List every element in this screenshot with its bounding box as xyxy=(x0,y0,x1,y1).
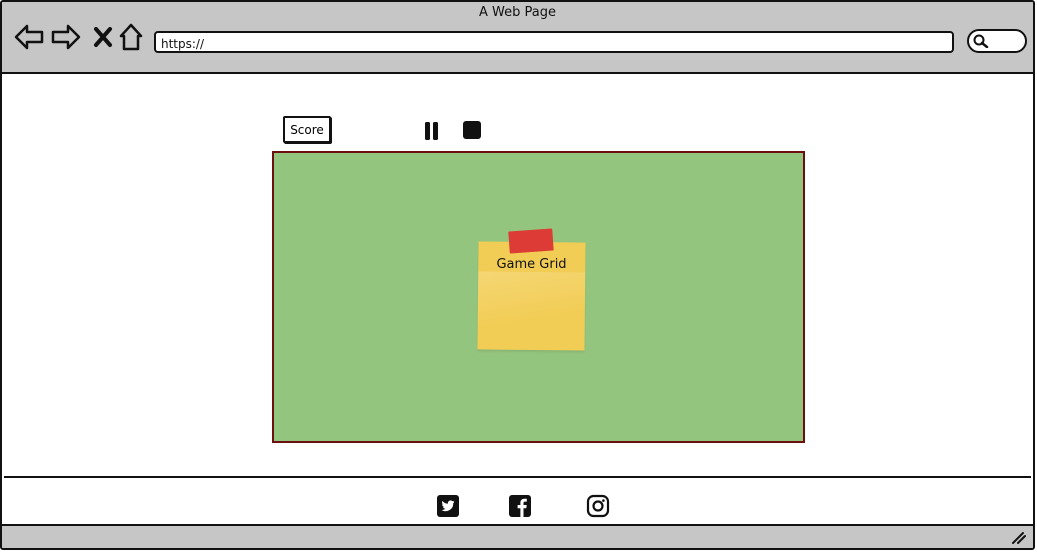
search-box[interactable] xyxy=(967,29,1027,53)
status-bar xyxy=(2,524,1033,548)
instagram-icon[interactable] xyxy=(586,494,610,518)
pause-icon[interactable] xyxy=(423,121,443,141)
sticky-tape xyxy=(508,228,554,254)
close-icon[interactable] xyxy=(88,22,118,52)
url-input[interactable] xyxy=(156,35,946,53)
score-label: Score xyxy=(283,116,331,143)
url-bar[interactable] xyxy=(154,31,954,53)
stop-icon[interactable] xyxy=(462,120,482,140)
browser-toolbar: A Web Page xyxy=(2,2,1033,74)
twitter-icon[interactable] xyxy=(436,494,460,518)
forward-arrow-icon[interactable] xyxy=(51,22,81,52)
footer-divider xyxy=(4,476,1031,478)
game-grid-label: Game Grid xyxy=(496,257,567,272)
window-title: A Web Page xyxy=(479,5,556,20)
browser-window: A Web Page https:// Score Game Grid xyxy=(0,0,1035,550)
back-arrow-icon[interactable] xyxy=(14,22,44,52)
home-icon[interactable] xyxy=(116,22,146,52)
search-icon xyxy=(973,34,989,48)
facebook-icon[interactable] xyxy=(508,494,532,518)
resize-grip-icon[interactable] xyxy=(1011,531,1027,545)
